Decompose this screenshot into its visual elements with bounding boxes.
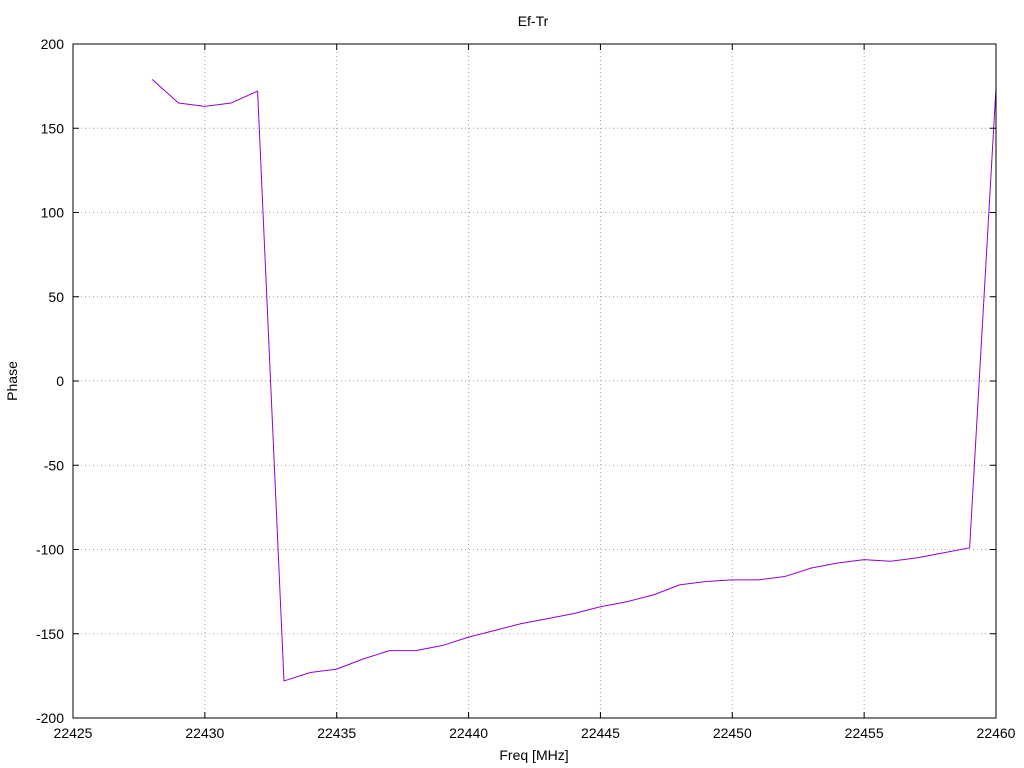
x-tick-label: 22425 — [54, 725, 93, 741]
y-tick-label: -50 — [44, 457, 64, 473]
x-tick-label: 22460 — [977, 725, 1016, 741]
chart-title: Ef-Tr — [518, 13, 549, 29]
x-tick-label: 22430 — [185, 725, 224, 741]
y-tick-label: 150 — [41, 120, 65, 136]
phase-chart: 22425 22430 22435 22440 22445 22450 22455 22460… — [0, 0, 1024, 768]
y-tick-label: 0 — [56, 373, 64, 389]
y-tick-label: 200 — [41, 36, 65, 52]
y-tick-label: -200 — [36, 710, 64, 726]
x-tick-label: 22455 — [845, 725, 884, 741]
y-axis-title: Phase — [4, 361, 20, 401]
x-tick-label: 22450 — [713, 725, 752, 741]
y-tick-label: -150 — [36, 626, 64, 642]
x-tick-label: 22435 — [317, 725, 356, 741]
y-tick-label: 50 — [48, 289, 64, 305]
x-tick-label: 22445 — [581, 725, 620, 741]
chart-background — [0, 0, 1024, 768]
x-tick-label: 22440 — [449, 725, 488, 741]
y-tick-label: 100 — [41, 205, 65, 221]
y-tick-label: -100 — [36, 542, 64, 558]
x-axis-title: Freq [MHz] — [499, 747, 568, 763]
